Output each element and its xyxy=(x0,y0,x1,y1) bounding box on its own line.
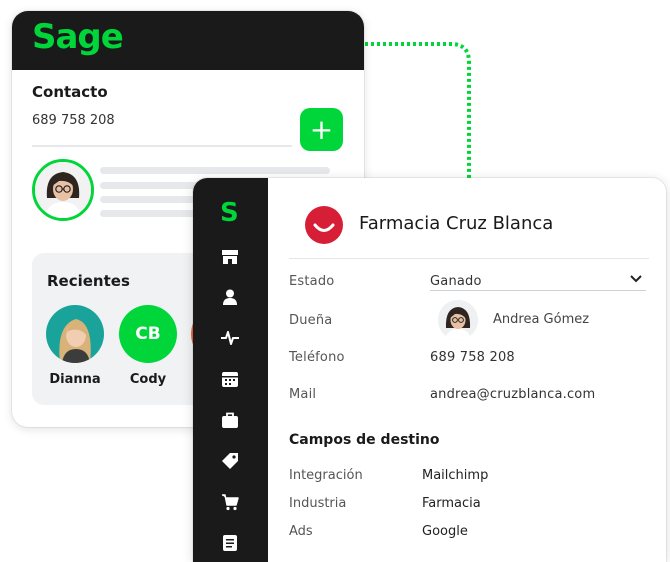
mail-value[interactable]: andrea@cruzblanca.com xyxy=(430,387,595,402)
field-label: Integración xyxy=(289,468,363,483)
card-header: Sage xyxy=(12,11,364,70)
cart-icon[interactable] xyxy=(219,491,241,513)
contact-avatar[interactable] xyxy=(32,159,94,221)
calendar-icon[interactable] xyxy=(219,368,241,390)
skeleton-line xyxy=(100,196,205,203)
add-contact-button[interactable]: + xyxy=(300,108,343,151)
telefono-value[interactable]: 689 758 208 xyxy=(430,350,515,365)
sage-s-logo: S xyxy=(220,198,239,228)
field-value: Google xyxy=(422,524,468,539)
duena-label: Dueña xyxy=(289,313,333,328)
sage-logo: Sage xyxy=(32,17,124,57)
owner-name: Andrea Gómez xyxy=(493,312,590,327)
activity-icon[interactable] xyxy=(219,327,241,349)
sidebar: S xyxy=(193,178,268,562)
divider xyxy=(289,258,649,259)
company-detail-card: S Farmacia Cruz Blanca Estado Ganado Due… xyxy=(193,178,666,562)
mail-label: Mail xyxy=(289,387,317,402)
field-value: Farmacia xyxy=(422,496,481,511)
user-icon[interactable] xyxy=(219,286,241,308)
recent-name: Dianna xyxy=(49,372,101,387)
owner-avatar xyxy=(438,300,478,340)
skeleton-line xyxy=(100,167,330,174)
recent-title: Recientes xyxy=(47,272,130,290)
contact-label: Contacto xyxy=(32,83,108,101)
contact-phone[interactable]: 689 758 208 xyxy=(32,113,115,128)
section-title: Campos de destino xyxy=(289,432,440,448)
field-value: Mailchimp xyxy=(422,468,489,483)
field-label: Ads xyxy=(289,524,313,539)
telefono-label: Teléfono xyxy=(289,350,345,365)
recent-contact[interactable]: CB Cody xyxy=(118,305,178,387)
company-logo-icon xyxy=(305,206,343,244)
estado-label: Estado xyxy=(289,274,335,289)
document-icon[interactable] xyxy=(219,532,241,554)
estado-underline xyxy=(430,290,646,291)
tag-icon[interactable] xyxy=(219,450,241,472)
connector-line xyxy=(365,42,471,182)
recent-name: Cody xyxy=(129,372,167,387)
field-label: Industria xyxy=(289,496,347,511)
store-icon[interactable] xyxy=(219,246,241,268)
recent-avatar-initials: CB xyxy=(119,305,177,363)
recent-avatar xyxy=(46,305,104,363)
chevron-down-icon[interactable] xyxy=(629,274,643,284)
briefcase-icon[interactable] xyxy=(219,409,241,431)
company-name: Farmacia Cruz Blanca xyxy=(359,213,554,234)
estado-select[interactable]: Ganado xyxy=(430,274,482,289)
contact-underline xyxy=(32,145,292,147)
recent-contact[interactable]: Dianna xyxy=(45,305,105,387)
